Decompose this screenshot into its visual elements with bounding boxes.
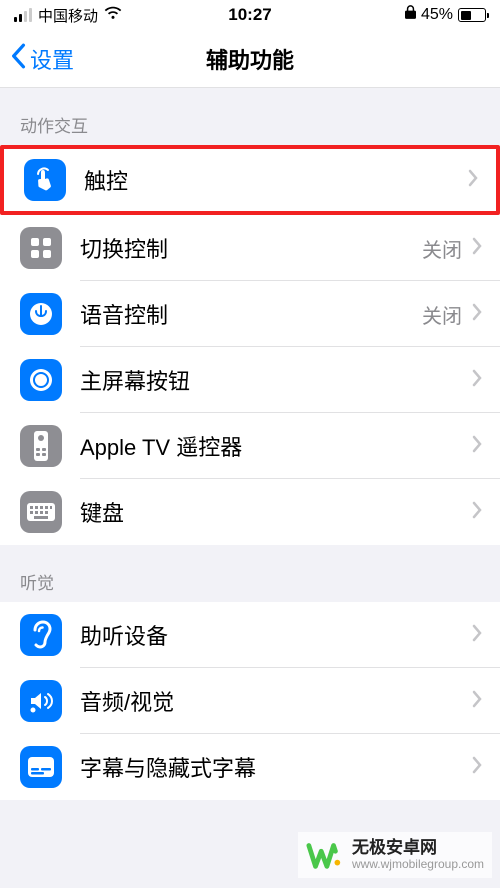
nav-bar: 设置 辅助功能	[0, 30, 500, 88]
watermark-url: www.wjmobilegroup.com	[352, 858, 484, 871]
chevron-right-icon	[472, 624, 482, 647]
item-label: 触控	[84, 164, 468, 196]
watermark-name: 无极安卓网	[352, 839, 484, 858]
section-header-hearing: 听觉	[0, 545, 500, 602]
section-header-movement: 动作交互	[0, 88, 500, 145]
item-switch-control[interactable]: 切换控制 关闭	[0, 215, 500, 281]
item-status: 关闭	[422, 300, 462, 329]
remote-icon	[20, 425, 62, 467]
status-right: 45%	[405, 5, 486, 25]
ear-icon	[20, 614, 62, 656]
item-label: 音频/视觉	[80, 685, 472, 717]
status-time: 10:27	[228, 5, 271, 25]
wifi-icon	[104, 5, 122, 25]
watermark: 无极安卓网 www.wjmobilegroup.com	[298, 832, 492, 878]
grid-icon	[20, 227, 62, 269]
chevron-right-icon	[472, 501, 482, 524]
chevron-right-icon	[472, 237, 482, 260]
status-bar: 中国移动 10:27 45%	[0, 0, 500, 30]
item-label: 切换控制	[80, 232, 422, 264]
chevron-right-icon	[472, 303, 482, 326]
battery-icon	[458, 8, 486, 22]
item-touch[interactable]: 触控	[0, 145, 500, 215]
battery-percent: 45%	[421, 6, 453, 24]
item-apple-tv-remote[interactable]: Apple TV 遥控器	[0, 413, 500, 479]
carrier-label: 中国移动	[38, 5, 98, 26]
item-label: 字幕与隐藏式字幕	[80, 751, 472, 783]
watermark-logo-icon	[306, 836, 344, 874]
chevron-right-icon	[472, 756, 482, 779]
chevron-right-icon	[472, 435, 482, 458]
chevron-left-icon	[10, 43, 30, 75]
item-status: 关闭	[422, 234, 462, 263]
chevron-right-icon	[472, 690, 482, 713]
signal-icon	[14, 8, 32, 22]
status-left: 中国移动	[14, 5, 122, 26]
touch-icon	[24, 159, 66, 201]
item-audio-visual[interactable]: 音频/视觉	[0, 668, 500, 734]
page-title: 辅助功能	[206, 43, 294, 75]
caption-icon	[20, 746, 62, 788]
item-label: 主屏幕按钮	[80, 364, 472, 396]
item-voice-control[interactable]: 语音控制 关闭	[0, 281, 500, 347]
item-keyboard[interactable]: 键盘	[0, 479, 500, 545]
voice-icon	[20, 293, 62, 335]
orientation-lock-icon	[405, 5, 416, 25]
back-label: 设置	[30, 43, 74, 75]
item-captions[interactable]: 字幕与隐藏式字幕	[0, 734, 500, 800]
item-home-button[interactable]: 主屏幕按钮	[0, 347, 500, 413]
item-label: 助听设备	[80, 619, 472, 651]
item-hearing-devices[interactable]: 助听设备	[0, 602, 500, 668]
back-button[interactable]: 设置	[0, 43, 74, 75]
item-label: 键盘	[80, 496, 472, 528]
item-label: 语音控制	[80, 298, 422, 330]
item-label: Apple TV 遥控器	[80, 430, 472, 462]
list-hearing: 助听设备 音频/视觉 字幕与隐藏式字幕	[0, 602, 500, 800]
home-button-icon	[20, 359, 62, 401]
list-movement: 触控 切换控制 关闭 语音控制 关闭 主屏幕按钮 Apple TV 遥控器	[0, 145, 500, 545]
chevron-right-icon	[468, 169, 478, 192]
audio-icon	[20, 680, 62, 722]
chevron-right-icon	[472, 369, 482, 392]
keyboard-icon	[20, 491, 62, 533]
